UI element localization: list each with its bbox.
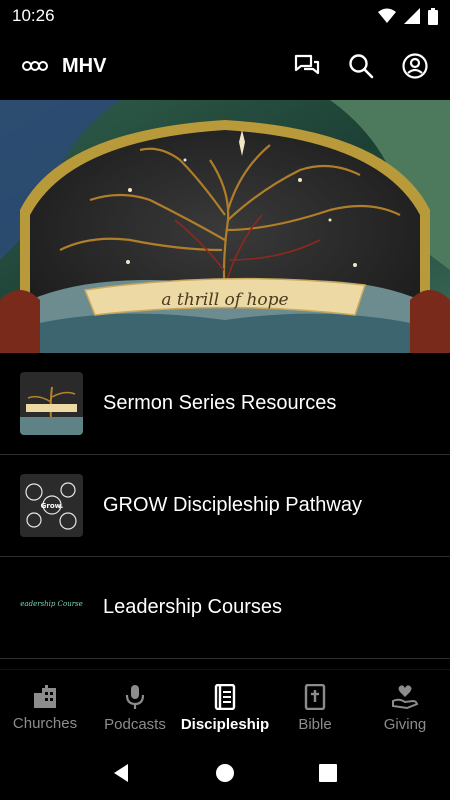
- app-title: MHV: [62, 54, 107, 77]
- battery-icon: [428, 7, 438, 25]
- hero-artwork: a thrill of hope: [0, 100, 450, 353]
- list-item-sermon-series[interactable]: Sermon Series Resources: [0, 353, 450, 455]
- nav-item-podcasts[interactable]: Podcasts: [90, 670, 180, 746]
- app-bar: MHV: [0, 32, 450, 100]
- nav-label-giving: Giving: [383, 715, 427, 733]
- discipleship-list: Sermon Series Resources Grow. GROW Disci…: [0, 353, 450, 659]
- home-icon[interactable]: [215, 763, 235, 783]
- wifi-icon: [378, 8, 396, 23]
- microphone-icon: [125, 684, 145, 709]
- account-icon[interactable]: [402, 53, 428, 79]
- cell-signal-icon: [404, 8, 420, 24]
- app-logo-icon: [22, 61, 48, 71]
- hero-banner-text: a thrill of hope: [161, 290, 288, 310]
- hero-banner[interactable]: a thrill of hope: [0, 100, 450, 353]
- back-icon[interactable]: [112, 763, 132, 783]
- heart-hand-icon: [392, 684, 419, 709]
- list-item-leadership-courses[interactable]: Leadership Courses Leadership Courses: [0, 557, 450, 659]
- buildings-icon: [34, 684, 56, 708]
- search-icon[interactable]: [348, 53, 374, 79]
- grow-pathway-thumbnail: Grow.: [20, 474, 83, 537]
- list-item-label: Leadership Courses: [103, 596, 282, 618]
- system-navigation-bar: [0, 745, 450, 800]
- leadership-courses-thumbnail: Leadership Courses: [20, 576, 83, 639]
- status-bar: 10:26: [0, 0, 450, 32]
- chat-icon[interactable]: [294, 54, 320, 78]
- nav-item-churches[interactable]: Churches: [0, 670, 90, 746]
- nav-label-bible: Bible: [298, 715, 332, 733]
- grow-thumb-text: Grow.: [41, 502, 64, 510]
- bottom-navigation: Churches Podcasts Discipleship Bible Giv…: [0, 669, 450, 746]
- book-icon: [214, 683, 236, 710]
- list-item-grow-pathway[interactable]: Grow. GROW Discipleship Pathway: [0, 455, 450, 557]
- nav-item-bible[interactable]: Bible: [270, 670, 360, 746]
- app-actions: [294, 53, 428, 79]
- nav-label-churches: Churches: [12, 714, 78, 732]
- recents-icon[interactable]: [318, 763, 338, 783]
- list-item-label: GROW Discipleship Pathway: [103, 494, 362, 516]
- leadership-thumb-text: Leadership Courses: [20, 600, 83, 608]
- nav-label-discipleship: Discipleship: [180, 715, 270, 733]
- bible-icon: [304, 683, 326, 710]
- status-time: 10:26: [12, 6, 55, 25]
- sermon-series-thumbnail: [20, 372, 83, 435]
- nav-label-podcasts: Podcasts: [104, 715, 166, 733]
- nav-item-discipleship[interactable]: Discipleship: [180, 670, 270, 746]
- list-item-label: Sermon Series Resources: [103, 392, 337, 414]
- status-icons: [378, 7, 438, 25]
- nav-item-giving[interactable]: Giving: [360, 670, 450, 746]
